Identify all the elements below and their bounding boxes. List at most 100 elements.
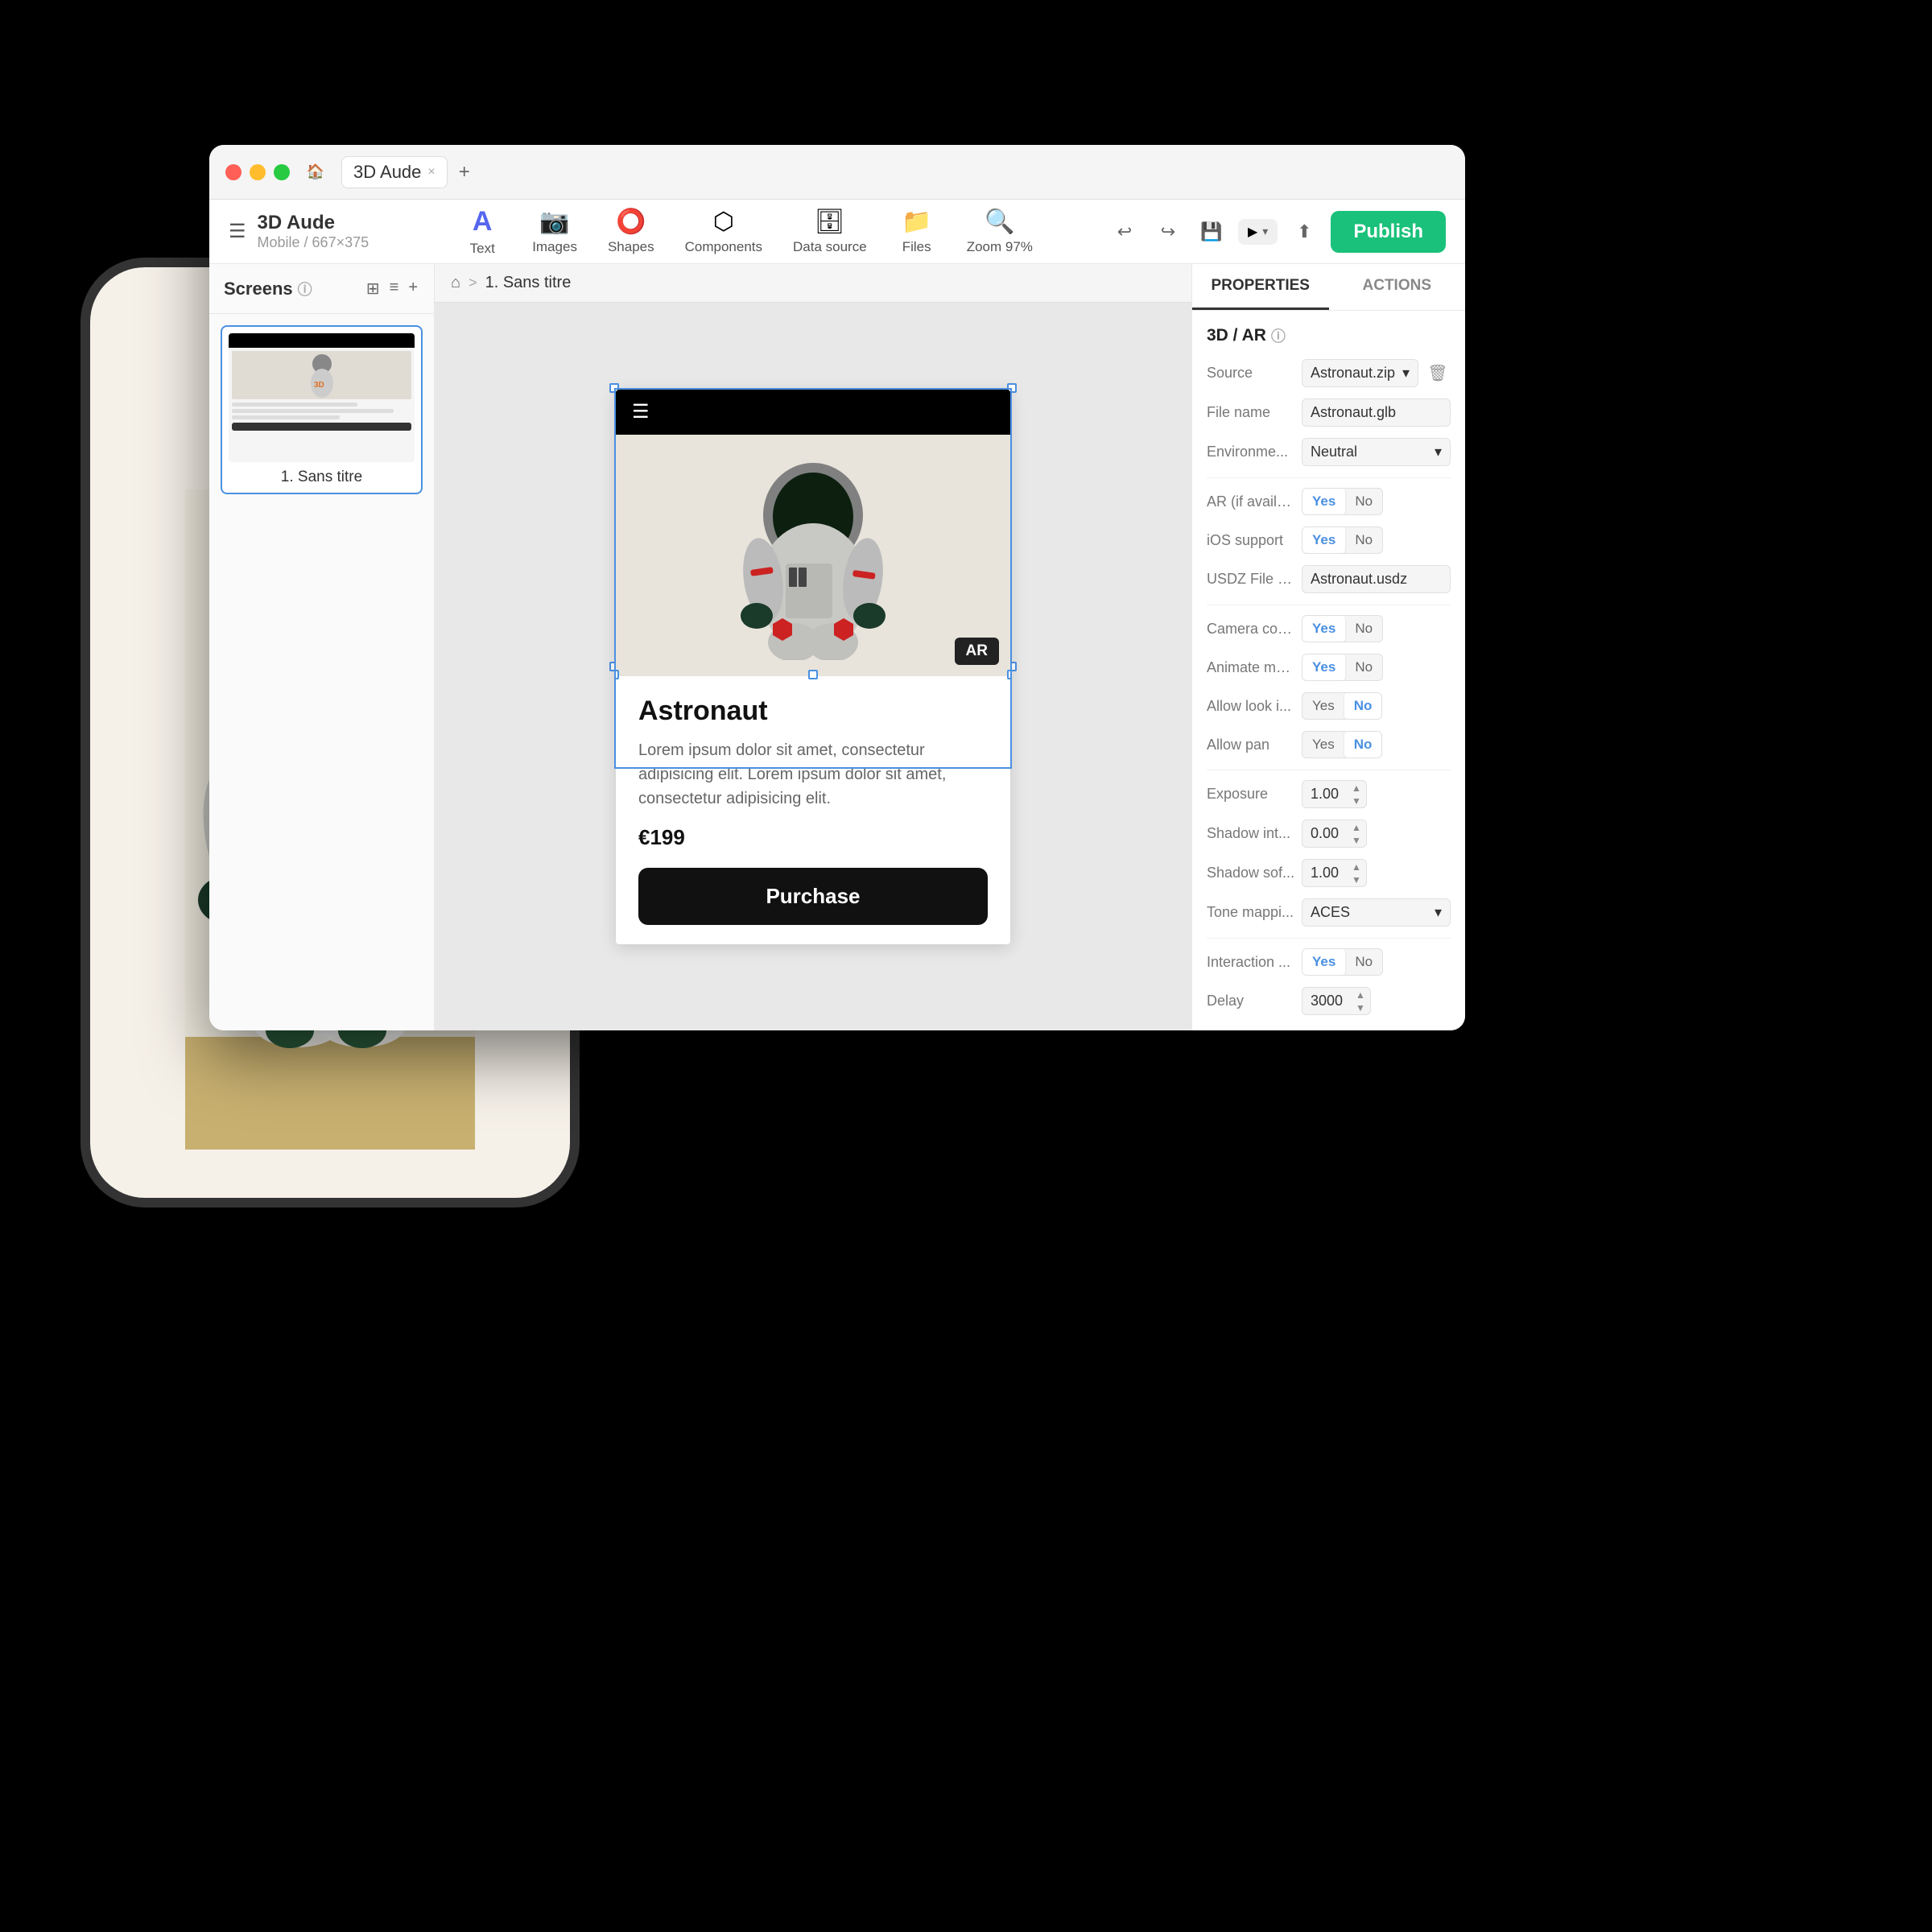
filename-input[interactable]: Astronaut.glb	[1302, 398, 1451, 427]
canvas-area[interactable]: ⌂ > 1. Sans titre ☰	[435, 264, 1191, 1030]
interaction-no-button[interactable]: No	[1345, 949, 1382, 975]
shadow-int-down-button[interactable]: ▼	[1347, 834, 1366, 847]
section-info-icon[interactable]: ⓘ	[1271, 325, 1286, 346]
breadcrumb-home-icon[interactable]: ⌂	[451, 274, 460, 292]
screens-actions: ⊞ ≡ +	[365, 277, 419, 300]
handle-br[interactable]	[1007, 670, 1010, 679]
save-button[interactable]: 💾	[1195, 215, 1228, 249]
animate-yes-button[interactable]: Yes	[1302, 654, 1345, 680]
shadow-sof-input-group: 1.00 ▲ ▼	[1302, 859, 1367, 887]
shadow-int-up-button[interactable]: ▲	[1347, 821, 1366, 834]
tonemapping-value: ACES	[1311, 904, 1350, 921]
interaction-yes-button[interactable]: Yes	[1302, 949, 1345, 975]
text-tool[interactable]: A Text	[450, 200, 514, 263]
prop-row-environment: Environme... Neutral ▾	[1207, 438, 1451, 466]
datasource-tool[interactable]: 🗄 Data source	[780, 201, 880, 262]
close-button[interactable]	[225, 164, 242, 180]
app-subtitle: Mobile / 667×375	[258, 234, 369, 251]
exposure-up-button[interactable]: ▲	[1347, 782, 1366, 795]
prop-row-delay: Delay 3000 ▲ ▼	[1207, 987, 1451, 1015]
product-title: Astronaut	[638, 696, 988, 727]
tab-item[interactable]: 3D Aude ×	[341, 156, 448, 188]
shadow-sof-down-button[interactable]: ▼	[1347, 873, 1366, 886]
maximize-button[interactable]	[274, 164, 290, 180]
shadow-sof-up-button[interactable]: ▲	[1347, 861, 1366, 873]
purchase-button[interactable]: Purchase	[638, 868, 988, 925]
main-content: Screens ⓘ ⊞ ≡ +	[209, 264, 1465, 1030]
screen-thumbnail-1[interactable]: 3D 1. Sans titre	[221, 325, 423, 494]
pan-yes-button[interactable]: Yes	[1302, 732, 1344, 758]
toolbar: ☰ 3D Aude Mobile / 667×375 A Text 📷 Imag…	[209, 200, 1465, 264]
home-icon[interactable]: 🏠	[303, 159, 328, 185]
preview-info: Astronaut Lorem ipsum dolor sit amet, co…	[616, 676, 1010, 944]
images-tool[interactable]: 📷 Images	[519, 201, 590, 262]
datasource-tool-icon: 🗄	[815, 208, 845, 236]
ar-badge[interactable]: AR	[955, 638, 999, 665]
delay-label: Delay	[1207, 993, 1295, 1009]
look-no-button[interactable]: No	[1344, 693, 1382, 719]
files-tool[interactable]: 📁 Files	[885, 201, 949, 262]
menu-icon[interactable]: ☰	[229, 220, 246, 243]
title-bar: 🏠 3D Aude × +	[209, 145, 1465, 200]
play-button[interactable]: ▶ ▾	[1238, 219, 1278, 245]
publish-button[interactable]: Publish	[1331, 211, 1446, 253]
exposure-down-button[interactable]: ▼	[1347, 795, 1366, 807]
delay-value: 3000	[1302, 988, 1351, 1014]
camera-no-button[interactable]: No	[1345, 616, 1382, 642]
breadcrumb-current: 1. Sans titre	[485, 274, 572, 292]
tab-actions[interactable]: ACTIONS	[1329, 264, 1466, 310]
usdz-input[interactable]: Astronaut.usdz	[1302, 565, 1451, 593]
redo-button[interactable]: ↪	[1151, 215, 1185, 249]
screens-title: Screens ⓘ	[224, 279, 312, 299]
info-icon[interactable]: ⓘ	[298, 279, 312, 299]
grid-view-button[interactable]: ⊞	[365, 277, 382, 300]
source-delete-button[interactable]: 🗑	[1425, 361, 1451, 386]
tab-bar: 3D Aude × +	[341, 156, 1449, 188]
app-name: 3D Aude	[258, 212, 369, 234]
prop-row-shadow-int: Shadow int... 0.00 ▲ ▼	[1207, 819, 1451, 848]
shapes-tool-icon: ⭕	[616, 208, 646, 236]
ios-yes-button[interactable]: Yes	[1302, 527, 1345, 553]
camera-toggle-group: Yes No	[1302, 615, 1383, 642]
source-select[interactable]: Astronaut.zip ▾	[1302, 359, 1418, 387]
components-tool[interactable]: ⬡ Components	[672, 201, 775, 262]
prop-row-usdz: USDZ File n... Astronaut.usdz	[1207, 565, 1451, 593]
thumb-astronaut: 3D	[306, 351, 338, 399]
shapes-tool[interactable]: ⭕ Shapes	[595, 201, 667, 262]
tab-label: 3D Aude	[353, 162, 421, 183]
list-view-button[interactable]: ≡	[388, 277, 401, 300]
ios-no-button[interactable]: No	[1345, 527, 1382, 553]
delay-up-button[interactable]: ▲	[1351, 989, 1370, 1001]
ar-yes-button[interactable]: Yes	[1302, 489, 1345, 514]
handle-bl[interactable]	[616, 670, 619, 679]
look-yes-button[interactable]: Yes	[1302, 693, 1344, 719]
minimize-button[interactable]	[250, 164, 266, 180]
toolbar-right: ↩ ↪ 💾 ▶ ▾ ⬆ Publish	[1108, 211, 1446, 253]
delay-input-group: 3000 ▲ ▼	[1302, 987, 1371, 1015]
zoom-control[interactable]: 🔍 Zoom 97%	[954, 201, 1046, 262]
usdz-label: USDZ File n...	[1207, 571, 1295, 588]
thumb-lines	[232, 402, 411, 431]
animate-label: Animate ma...	[1207, 659, 1295, 676]
tonemapping-select[interactable]: ACES ▾	[1302, 898, 1451, 927]
tab-properties[interactable]: PROPERTIES	[1192, 264, 1329, 310]
environment-select[interactable]: Neutral ▾	[1302, 438, 1451, 466]
ar-label: AR (if availa...	[1207, 493, 1295, 510]
handle-bm[interactable]	[808, 670, 818, 679]
undo-button[interactable]: ↩	[1108, 215, 1141, 249]
animate-no-button[interactable]: No	[1345, 654, 1382, 680]
breadcrumb-bar: ⌂ > 1. Sans titre	[435, 264, 1191, 303]
screen-name: 1. Sans titre	[229, 469, 415, 486]
delay-down-button[interactable]: ▼	[1351, 1001, 1370, 1014]
share-button[interactable]: ⬆	[1287, 215, 1321, 249]
pan-no-button[interactable]: No	[1344, 732, 1382, 758]
add-screen-button[interactable]: +	[407, 277, 419, 300]
tab-close-icon[interactable]: ×	[427, 165, 435, 180]
camera-yes-button[interactable]: Yes	[1302, 616, 1345, 642]
app-title-section: 3D Aude Mobile / 667×375	[258, 212, 369, 251]
source-label: Source	[1207, 365, 1295, 382]
tab-add-button[interactable]: +	[452, 158, 477, 187]
ar-no-button[interactable]: No	[1345, 489, 1382, 514]
prop-row-animate: Animate ma... Yes No	[1207, 654, 1451, 681]
source-chevron-icon: ▾	[1402, 365, 1410, 382]
